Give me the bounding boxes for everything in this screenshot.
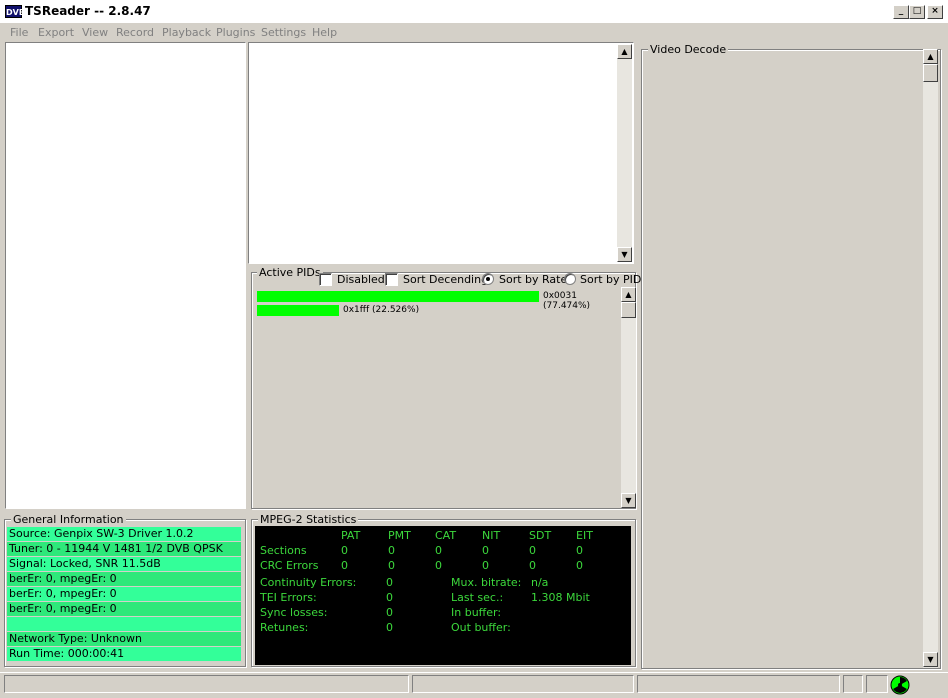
disabled-label: Disabled <box>337 273 385 286</box>
info-row-source: Source: Genpix SW-3 Driver 1.0.2 <box>7 527 241 541</box>
retunes-label: Retunes: <box>260 621 309 634</box>
crc-errors-value: 0 <box>435 559 442 572</box>
info-row-empty <box>7 617 241 631</box>
column-header-pat: PAT <box>341 529 361 542</box>
info-row-signal: Signal: Locked, SNR 11.5dB <box>7 557 241 571</box>
info-row-tuner: Tuner: 0 - 11944 V 1481 1/2 DVB QPSK <box>7 542 241 556</box>
out-buffer-label: Out buffer: <box>451 621 511 634</box>
general-info-label: General Information <box>11 513 126 526</box>
video-decode-label: Video Decode <box>648 43 729 56</box>
info-row-network-type: Network Type: Unknown <box>7 632 241 646</box>
crc-errors-value: 0 <box>341 559 348 572</box>
menu-record[interactable]: Record <box>116 26 154 39</box>
info-row-errors: berEr: 0, mpegEr: 0 <box>7 587 241 601</box>
close-button[interactable]: × <box>927 5 943 19</box>
sort-by-pid-radio[interactable] <box>564 273 576 285</box>
crc-errors-value: 0 <box>529 559 536 572</box>
retunes-value: 0 <box>386 621 393 634</box>
sections-value: 0 <box>388 544 395 557</box>
menu-export[interactable]: Export <box>38 26 74 39</box>
detail-text-pane[interactable]: ▲ ▼ <box>248 42 634 264</box>
maximize-button[interactable]: □ <box>909 5 925 19</box>
sort-descending-label: Sort Decending <box>403 273 489 286</box>
sync-losses-value: 0 <box>386 606 393 619</box>
sync-losses-label: Sync losses: <box>260 606 328 619</box>
status-panel <box>4 675 409 693</box>
menu-view[interactable]: View <box>82 26 108 39</box>
app-logo-icon: DVB <box>5 5 25 18</box>
column-header-cat: CAT <box>435 529 457 542</box>
scroll-down-icon[interactable]: ▼ <box>621 493 636 508</box>
column-header-sdt: SDT <box>529 529 552 542</box>
program-tree-pane[interactable] <box>5 42 246 509</box>
crc-errors-value: 0 <box>576 559 583 572</box>
mpeg-stats-label: MPEG-2 Statistics <box>258 513 359 526</box>
sections-value: 0 <box>435 544 442 557</box>
info-row-errors: berEr: 0, mpegEr: 0 <box>7 572 241 586</box>
pid-rate-bar <box>257 305 339 316</box>
sections-value: 0 <box>341 544 348 557</box>
sort-descending-checkbox[interactable] <box>385 273 398 286</box>
tei-errors-label: TEI Errors: <box>260 591 317 604</box>
title-bar: DVB TSReader -- 2.8.47 _ □ × <box>0 0 948 24</box>
last-sec-label: Last sec.: <box>451 591 504 604</box>
status-panel <box>637 675 840 693</box>
info-row-run-time: Run Time: 000:00:41 <box>7 647 241 661</box>
sort-by-rate-radio[interactable] <box>482 273 494 285</box>
scroll-up-icon[interactable]: ▲ <box>923 49 938 64</box>
sections-label: Sections <box>260 544 307 557</box>
minimize-button[interactable]: _ <box>893 5 909 19</box>
scroll-thumb[interactable] <box>621 302 636 318</box>
detail-scrollbar[interactable]: ▲ ▼ <box>617 44 632 262</box>
mux-bitrate-label: Mux. bitrate: <box>451 576 522 589</box>
scroll-down-icon[interactable]: ▼ <box>923 652 938 667</box>
tei-errors-value: 0 <box>386 591 393 604</box>
window-title: TSReader -- 2.8.47 <box>25 4 151 18</box>
menu-file[interactable]: File <box>10 26 28 39</box>
active-pids-label: Active PIDs <box>257 266 323 279</box>
menu-plugins[interactable]: Plugins <box>216 26 255 39</box>
video-decode-group <box>641 49 941 669</box>
menu-playback[interactable]: Playback <box>162 26 211 39</box>
pid-rate-bar <box>257 291 539 302</box>
mux-bitrate-value: n/a <box>531 576 549 589</box>
pid-scrollbar[interactable]: ▲ ▼ <box>621 287 636 508</box>
disabled-checkbox[interactable] <box>319 273 332 286</box>
sections-value: 0 <box>482 544 489 557</box>
video-scrollbar[interactable]: ▲ ▼ <box>923 49 938 668</box>
mpeg-stats-panel: PAT PMT CAT NIT SDT EIT Sections 0 0 0 0… <box>255 526 631 665</box>
menu-bar: File Export View Record Playback Plugins… <box>0 24 948 42</box>
status-panel <box>843 675 863 693</box>
column-header-pmt: PMT <box>388 529 411 542</box>
status-panel <box>866 675 888 693</box>
pid-list[interactable]: 0x0031 (77.474%) 0x1fff (22.526%) <box>254 287 622 507</box>
scroll-up-icon[interactable]: ▲ <box>617 44 632 59</box>
pid-rate-label: 0x1fff (22.526%) <box>343 305 420 315</box>
scroll-down-icon[interactable]: ▼ <box>617 247 632 262</box>
radiation-status-icon <box>890 675 910 695</box>
scroll-thumb[interactable] <box>923 64 938 82</box>
scroll-up-icon[interactable]: ▲ <box>621 287 636 302</box>
column-header-nit: NIT <box>482 529 501 542</box>
menu-settings[interactable]: Settings <box>261 26 306 39</box>
continuity-errors-label: Continuity Errors: <box>260 576 357 589</box>
menu-help[interactable]: Help <box>312 26 337 39</box>
crc-errors-label: CRC Errors <box>260 559 319 572</box>
crc-errors-value: 0 <box>482 559 489 572</box>
status-panel <box>412 675 634 693</box>
continuity-errors-value: 0 <box>386 576 393 589</box>
column-header-eit: EIT <box>576 529 593 542</box>
sort-by-pid-label: Sort by PID <box>580 273 642 286</box>
sections-value: 0 <box>576 544 583 557</box>
status-bar <box>0 672 948 696</box>
last-sec-value: 1.308 Mbit <box>531 591 590 604</box>
sections-value: 0 <box>529 544 536 557</box>
sort-by-rate-label: Sort by Rate <box>499 273 568 286</box>
info-row-errors: berEr: 0, mpegEr: 0 <box>7 602 241 616</box>
crc-errors-value: 0 <box>388 559 395 572</box>
pid-rate-label: 0x0031 (77.474%) <box>543 291 591 311</box>
in-buffer-label: In buffer: <box>451 606 502 619</box>
